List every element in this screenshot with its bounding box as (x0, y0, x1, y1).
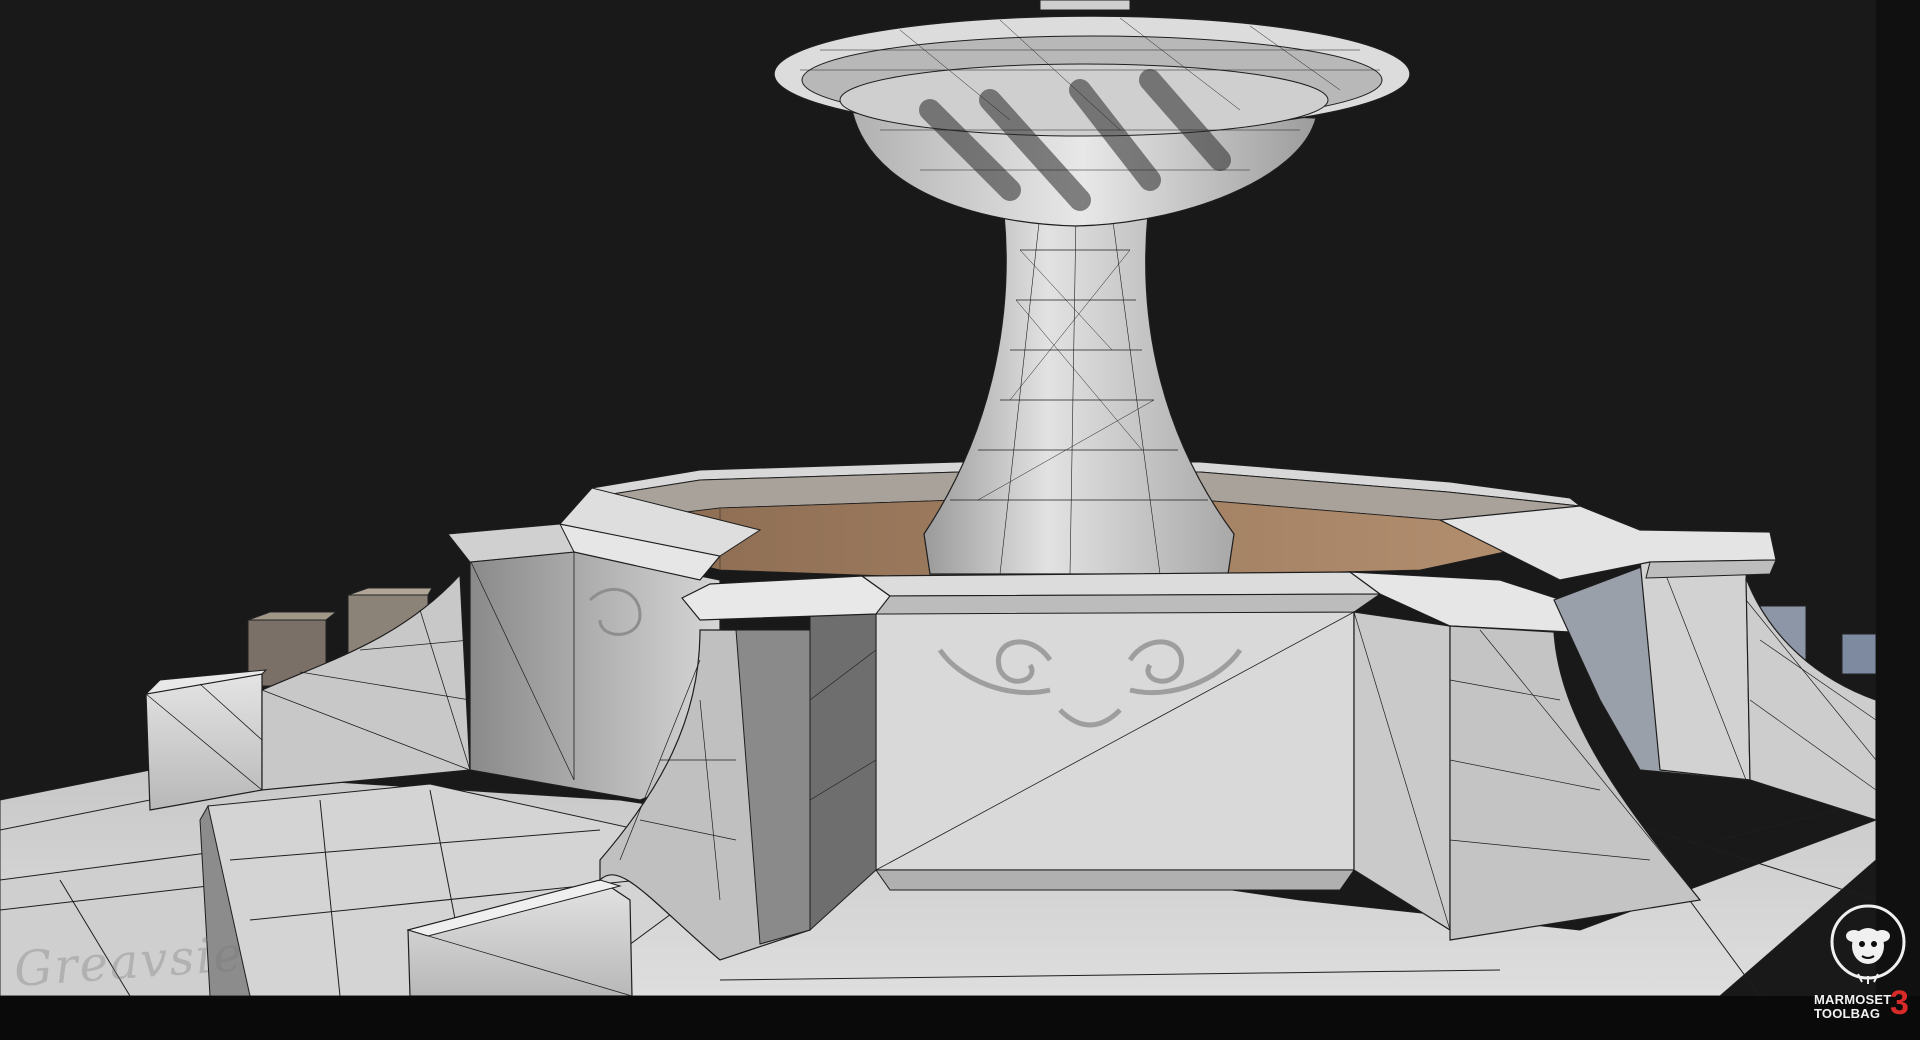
fountain-stem (923, 213, 1235, 575)
basin-front-wall (875, 611, 1355, 891)
3d-viewport[interactable]: Greavsie (0, 0, 1876, 996)
basin-right-cap (1437, 505, 1777, 581)
fountain-upper-bowl (773, 0, 1411, 227)
bottom-frame-strip (0, 996, 1920, 1040)
fountain-render[interactable] (0, 0, 1876, 996)
marmoset-viewer-window: Greavsie MARMOSET TOOLBAG 3 (0, 0, 1920, 1040)
left-pillar (144, 669, 268, 811)
right-frame-strip (1876, 0, 1920, 1040)
